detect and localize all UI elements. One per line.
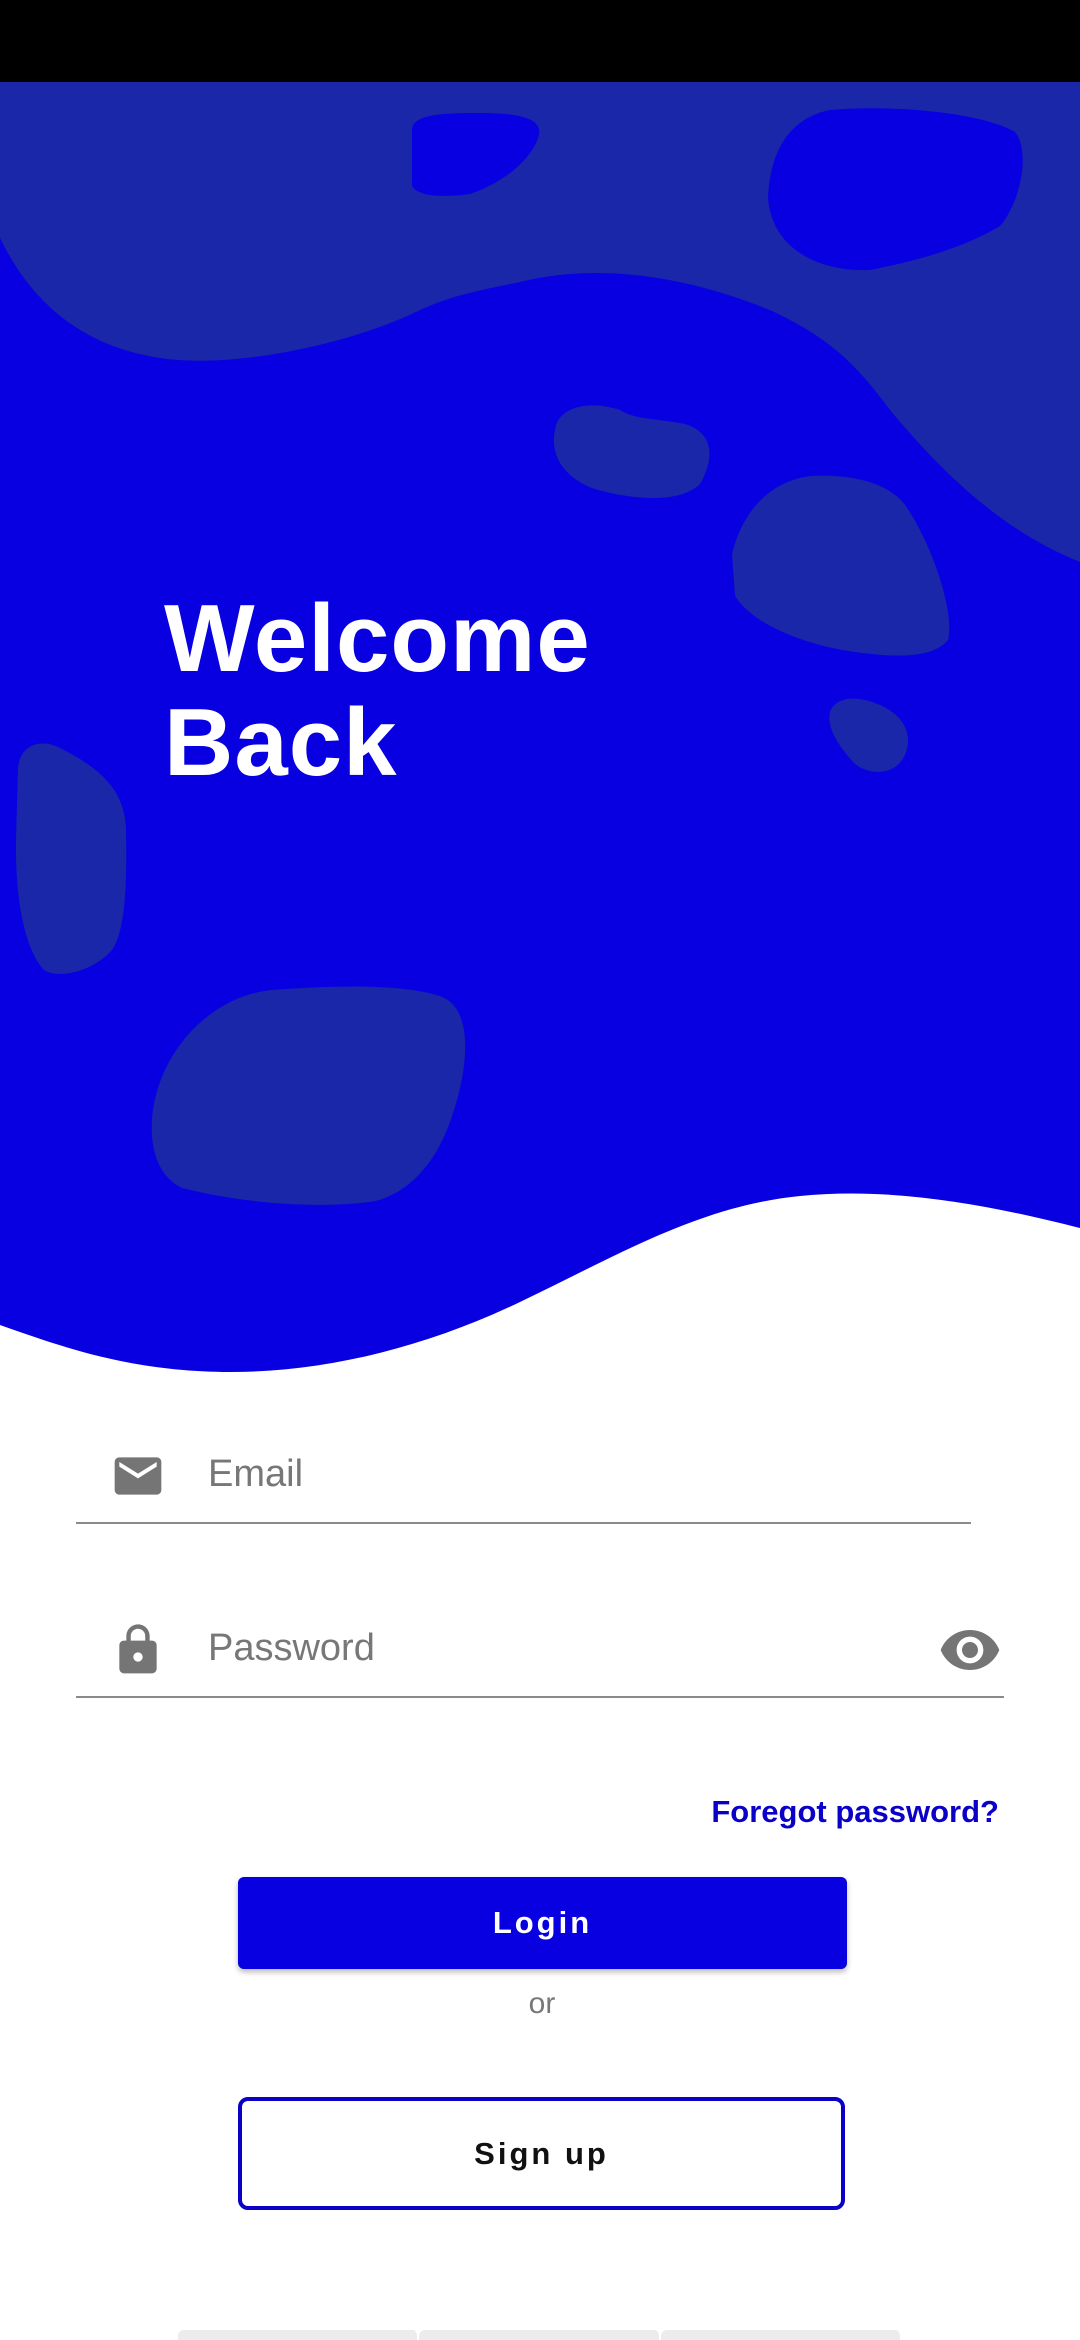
bottom-bar-segment bbox=[178, 2330, 420, 2340]
email-field[interactable] bbox=[76, 1424, 971, 1524]
login-button[interactable]: Login bbox=[238, 1877, 847, 1969]
bottom-bar-segment bbox=[419, 2330, 661, 2340]
forgot-password-link[interactable]: Foregot password? bbox=[711, 1794, 999, 1830]
lock-icon bbox=[110, 1622, 166, 1678]
hero-banner: Welcome Back bbox=[0, 82, 1080, 1402]
password-field[interactable] bbox=[76, 1598, 1004, 1698]
welcome-title: Welcome Back bbox=[164, 587, 591, 795]
mail-icon bbox=[110, 1448, 166, 1504]
welcome-title-line2: Back bbox=[164, 689, 398, 796]
bottom-bar-segment bbox=[660, 2330, 902, 2340]
password-underline bbox=[76, 1696, 1004, 1698]
signup-button[interactable]: Sign up bbox=[238, 2097, 845, 2210]
email-input[interactable] bbox=[208, 1442, 948, 1506]
password-input[interactable] bbox=[208, 1616, 848, 1680]
bottom-bar-edge bbox=[178, 2330, 902, 2340]
eye-icon[interactable] bbox=[938, 1618, 1002, 1682]
welcome-title-line1: Welcome bbox=[164, 585, 591, 692]
email-underline bbox=[76, 1522, 971, 1524]
status-bar bbox=[0, 0, 1080, 82]
or-divider-text: or bbox=[528, 1987, 556, 2020]
